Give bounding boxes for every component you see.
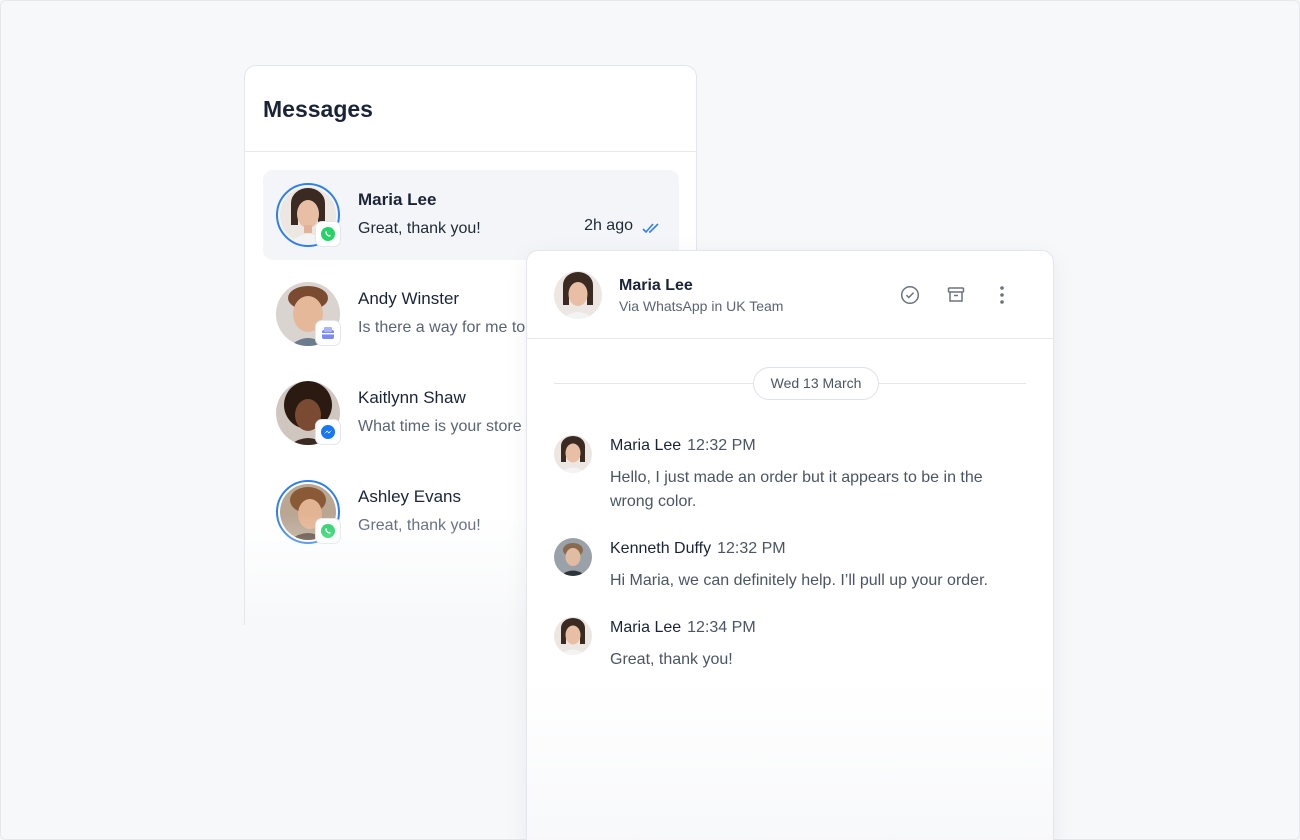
message-text: Hi Maria, we can definitely help. I’ll p… [610, 572, 988, 589]
conversation-preview: Great, thank you! [358, 517, 481, 534]
conversation-time: 2h ago [584, 217, 633, 234]
message-time: 12:34 PM [687, 619, 756, 636]
conversation-name: Ashley Evans [358, 487, 461, 506]
message-item: Maria Lee 12:34 PM Great, thank you! [554, 617, 1034, 677]
read-receipt-icon [642, 221, 662, 239]
whatsapp-icon [315, 221, 341, 247]
conversation-preview: Is there a way for me to [358, 319, 526, 336]
message-text: Great, thank you! [610, 651, 733, 668]
message-author: Maria Lee 12:34 PM [610, 619, 756, 637]
author-name: Kenneth Duffy [610, 540, 712, 557]
author-name: Maria Lee [610, 437, 682, 454]
whatsapp-icon [315, 518, 341, 544]
message-avatar [554, 617, 592, 655]
conversation-header: Maria Lee Via WhatsApp in UK Team [527, 251, 1053, 339]
date-pill: Wed 13 March [753, 367, 879, 400]
date-divider: Wed 13 March [554, 367, 1026, 401]
check-circle-icon[interactable] [898, 283, 922, 307]
message-text: Hello, I just made an order but it appea… [610, 469, 983, 510]
canvas: Messages Maria Lee Great, thank you! 2h … [0, 0, 1300, 840]
message-time: 12:32 PM [717, 540, 786, 557]
author-name: Maria Lee [610, 619, 682, 636]
conversation-panel: Maria Lee Via WhatsApp in UK Team Wed 13… [526, 250, 1054, 840]
conversation-item-maria-lee[interactable]: Maria Lee Great, thank you! 2h ago [263, 170, 679, 260]
message-time: 12:32 PM [687, 437, 756, 454]
message-avatar [554, 538, 592, 576]
conversation-preview: What time is your store [358, 418, 522, 435]
inbox-icon [315, 320, 341, 346]
archive-icon[interactable] [944, 283, 968, 307]
conversation-name: Andy Winster [358, 289, 460, 308]
contact-channel: Via WhatsApp in UK Team [619, 298, 784, 314]
contact-name: Maria Lee [619, 277, 693, 294]
messenger-icon [315, 419, 341, 445]
conversation-name: Kaitlynn Shaw [358, 388, 466, 407]
message-item: Maria Lee 12:32 PM Hello, I just made an … [554, 435, 1034, 515]
message-item: Kenneth Duffy 12:32 PM Hi Maria, we can d… [554, 538, 1034, 598]
messages-title: Messages [245, 66, 696, 152]
message-author: Kenneth Duffy 12:32 PM [610, 540, 786, 558]
more-vertical-icon[interactable] [990, 283, 1014, 307]
avatar [276, 480, 340, 544]
message-author: Maria Lee 12:32 PM [610, 437, 756, 455]
conversation-name: Maria Lee [358, 190, 437, 209]
conversation-preview: Great, thank you! [358, 220, 481, 237]
contact-avatar [554, 271, 602, 319]
message-avatar [554, 435, 592, 473]
